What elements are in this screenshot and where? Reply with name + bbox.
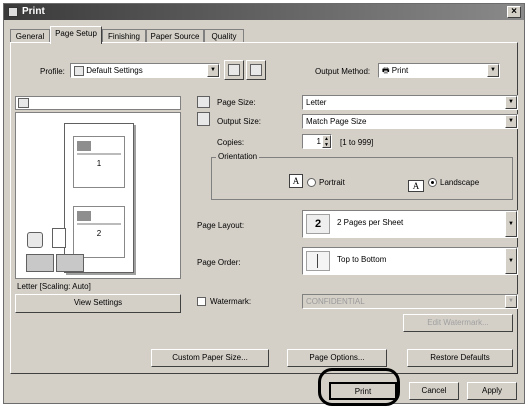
custom-paper-size-button[interactable]: Custom Paper Size...: [151, 349, 269, 367]
printer-icon: [8, 7, 18, 17]
copies-label: Copies:: [217, 138, 245, 147]
chevron-down-icon[interactable]: ▼: [207, 64, 219, 77]
top-to-bottom-icon: [306, 251, 330, 271]
edit-profile-button[interactable]: [246, 60, 266, 80]
preview-mode-icon[interactable]: [18, 98, 29, 108]
copies-spinner[interactable]: ▲ ▼: [322, 135, 331, 148]
tab-page-setup[interactable]: Page Setup: [50, 26, 102, 44]
tab-paper-source[interactable]: Paper Source: [146, 29, 204, 43]
view-settings-button[interactable]: View Settings: [15, 294, 181, 313]
preview-paper: 1 2: [64, 123, 134, 273]
preview-page-1: 1: [73, 136, 125, 188]
printer-small-icon: 🖶: [382, 66, 390, 75]
preview-page-number: 1: [96, 159, 102, 168]
watermark-checkbox[interactable]: [197, 297, 206, 306]
chevron-down-icon[interactable]: ▼: [487, 64, 499, 77]
watermark-value: CONFIDENTIAL: [306, 297, 365, 306]
print-button-highlight: [318, 368, 400, 406]
page-layout-value: 2 Pages per Sheet: [337, 218, 404, 227]
page-order-value: Top to Bottom: [337, 255, 387, 264]
page-layout-select[interactable]: 2 2 Pages per Sheet ▼: [302, 210, 518, 238]
preview-header: [15, 96, 181, 110]
watermark-select[interactable]: CONFIDENTIAL ▼: [302, 294, 518, 309]
tab-general[interactable]: General: [10, 29, 50, 43]
chevron-down-icon[interactable]: ▼: [505, 211, 517, 237]
print-dialog: Print × General Page Setup Finishing Pap…: [3, 3, 525, 404]
output-method-label: Output Method:: [315, 67, 371, 76]
landscape-icon: A: [408, 180, 424, 192]
cancel-button[interactable]: Cancel: [409, 382, 459, 400]
printer-preview-icon: [27, 232, 43, 248]
profile-label: Profile:: [40, 67, 65, 76]
landscape-label: Landscape: [440, 178, 480, 187]
copies-input[interactable]: 1 ▲ ▼: [302, 134, 332, 149]
preview-caption: Letter [Scaling: Auto]: [17, 282, 91, 291]
finishing-icons: [26, 254, 86, 274]
portrait-label: Portrait: [319, 178, 345, 187]
close-button[interactable]: ×: [507, 6, 521, 18]
two-pages-icon: 2: [306, 214, 330, 234]
edit-watermark-button[interactable]: Edit Watermark...: [403, 314, 513, 332]
copies-value: 1: [316, 137, 321, 146]
page-order-label: Page Order:: [197, 258, 241, 267]
orientation-label: Orientation: [216, 151, 260, 162]
preview-page-2: 2: [73, 206, 125, 258]
window-title: Print: [22, 6, 45, 17]
add-profile-icon: [228, 64, 240, 76]
output-size-label: Output Size:: [217, 117, 262, 126]
staple-icon: [56, 254, 84, 272]
output-method-select[interactable]: 🖶 Print ▼: [378, 63, 500, 78]
output-size-icon: [197, 112, 210, 126]
output-size-value: Match Page Size: [306, 117, 367, 126]
page-size-icon: [197, 96, 210, 108]
preview-page-number: 2: [96, 229, 102, 238]
page-order-select[interactable]: Top to Bottom ▼: [302, 247, 518, 275]
chevron-down-icon[interactable]: ▼: [505, 96, 517, 109]
portrait-radio[interactable]: [307, 178, 316, 187]
landscape-radio[interactable]: [428, 178, 437, 187]
apply-button[interactable]: Apply: [467, 382, 517, 400]
add-profile-button[interactable]: [224, 60, 244, 80]
chevron-down-icon[interactable]: ▼: [505, 115, 517, 128]
page-layout-label: Page Layout:: [197, 221, 245, 230]
copies-range: [1 to 999]: [340, 138, 374, 147]
edit-profile-icon: [250, 64, 262, 76]
paper-stack-icon: [52, 228, 66, 248]
page-size-value: Letter: [306, 98, 327, 107]
chevron-down-icon[interactable]: ▼: [505, 295, 517, 308]
page-size-label: Page Size:: [217, 98, 256, 107]
restore-defaults-button[interactable]: Restore Defaults: [407, 349, 513, 367]
profile-select[interactable]: Default Settings ▼: [70, 63, 220, 78]
output-size-select[interactable]: Match Page Size ▼: [302, 114, 518, 129]
profile-value: Default Settings: [86, 66, 143, 75]
page-options-button[interactable]: Page Options...: [287, 349, 387, 367]
tab-finishing[interactable]: Finishing: [102, 29, 146, 43]
title-bar: Print ×: [4, 4, 524, 20]
watermark-label: Watermark:: [210, 297, 252, 306]
page-size-select[interactable]: Letter ▼: [302, 95, 518, 110]
output-method-value: Print: [391, 66, 409, 75]
duplex-icon: [26, 254, 54, 272]
chevron-down-icon[interactable]: ▼: [505, 248, 517, 274]
portrait-icon: A: [289, 174, 303, 188]
tab-quality[interactable]: Quality: [204, 29, 244, 43]
profile-icon: [74, 65, 84, 76]
